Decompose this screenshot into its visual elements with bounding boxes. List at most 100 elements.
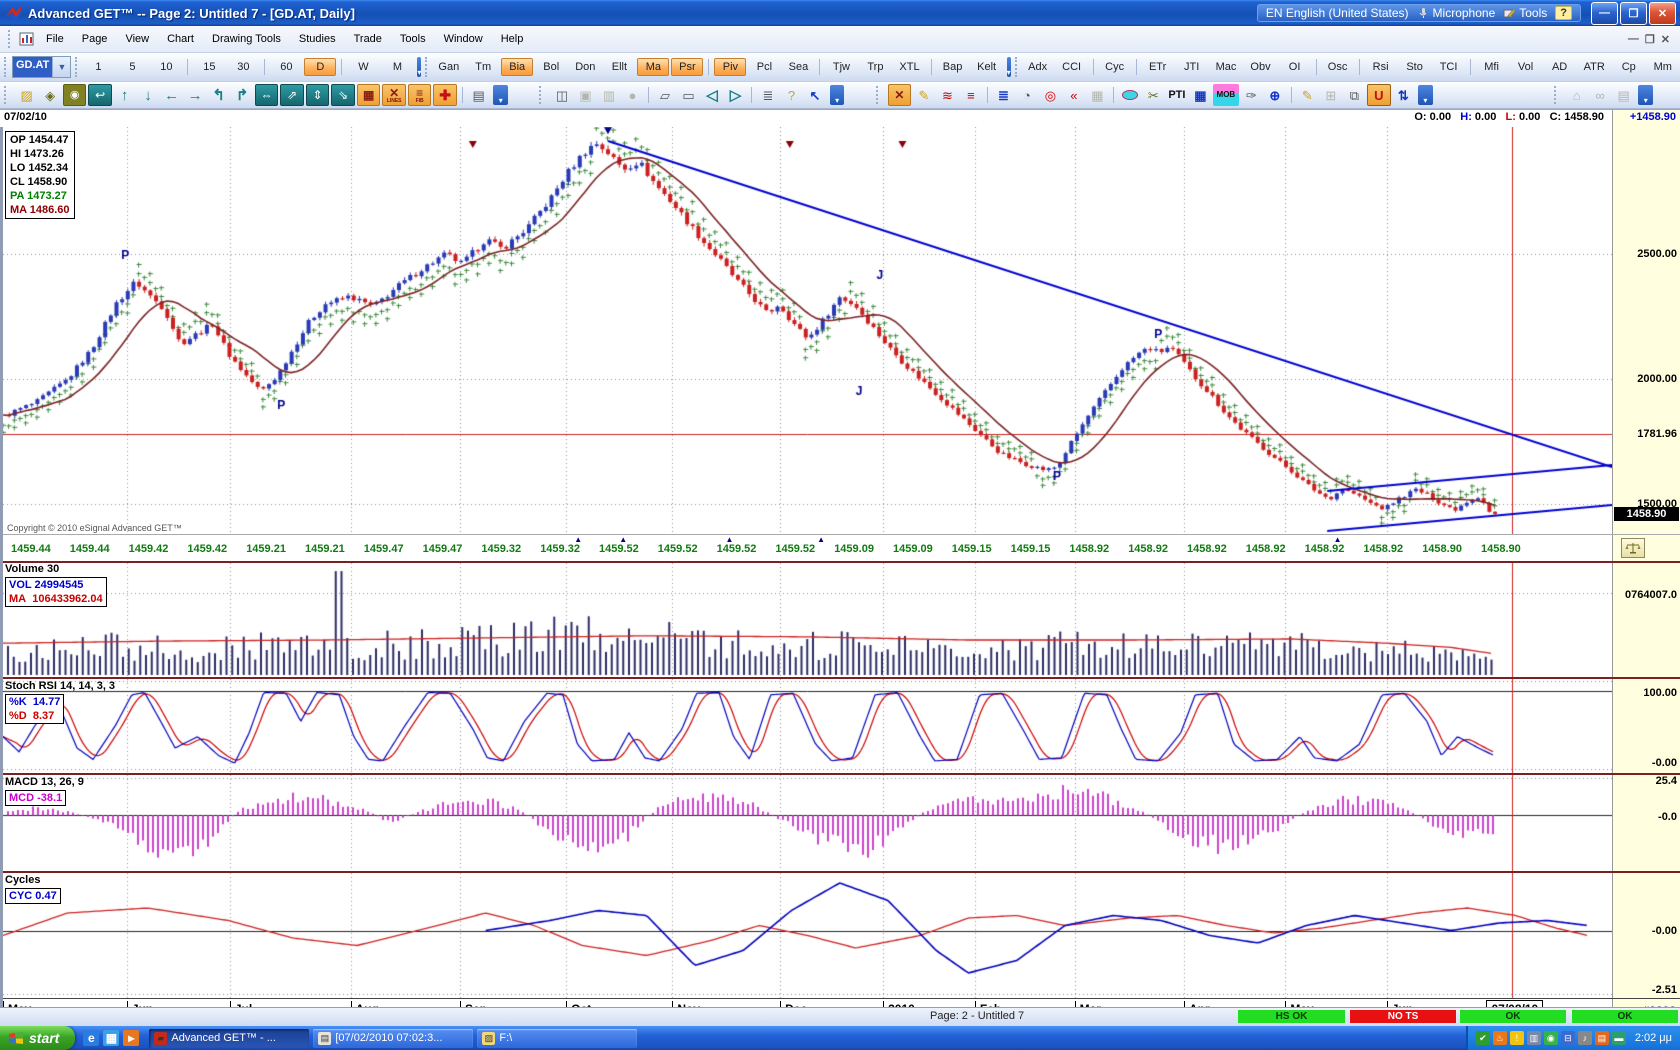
indicator-cp-button[interactable]: Cp: [1613, 58, 1645, 76]
indicator-jti-button[interactable]: JTI: [1176, 58, 1208, 76]
ie-quicklaunch-icon[interactable]: e: [83, 1030, 99, 1046]
volume-chart[interactable]: Volume 30 VOL 24994545 MA 106433962.04: [3, 563, 1612, 677]
chart-properties-icon[interactable]: ▤: [468, 85, 490, 105]
indicator-ad-button[interactable]: AD: [1544, 58, 1576, 76]
study-bia-button[interactable]: Bia: [501, 58, 533, 76]
microphone-control[interactable]: Microphone: [1417, 6, 1496, 20]
macd-chart[interactable]: MACD 13, 26, 9 MCD -38.1: [3, 775, 1612, 871]
indicator-tci-button[interactable]: TCI: [1433, 58, 1465, 76]
timeframe-60-button[interactable]: 60: [270, 58, 302, 76]
symbol-combobox[interactable]: GD.AT ▼: [12, 56, 71, 78]
context-help-icon[interactable]: ↖: [804, 85, 826, 105]
toolbar-grip[interactable]: [425, 57, 427, 77]
pages-icon[interactable]: ⧉: [1344, 85, 1366, 105]
mob-icon[interactable]: MOB: [1213, 84, 1239, 106]
tray-card-icon[interactable]: ▬: [1612, 1031, 1626, 1045]
language-tools-control[interactable]: Tools: [1503, 6, 1547, 20]
grid-tool-icon[interactable]: ▦: [1087, 85, 1109, 105]
grid-blue-icon[interactable]: ▦: [1190, 85, 1212, 105]
menu-trade[interactable]: Trade: [345, 30, 391, 48]
expand-horizontal-icon[interactable]: ⇔: [255, 84, 279, 106]
indicator-mac-button[interactable]: Mac: [1210, 58, 1243, 76]
macd-axis[interactable]: 25.4 -0.0: [1612, 775, 1680, 871]
page-back-icon[interactable]: ↰: [208, 85, 230, 105]
price-chart[interactable]: OP 1454.47HI 1473.26LO 1452.34CL 1458.90…: [3, 127, 1612, 534]
toolbar-more-icon[interactable]: ▾: [830, 85, 845, 105]
scroll-up-icon[interactable]: ↑: [114, 85, 136, 105]
toolbar-grip[interactable]: [4, 86, 11, 104]
snap-magnet-icon[interactable]: U: [1367, 84, 1391, 106]
expand-vertical-icon[interactable]: ⇕: [306, 84, 330, 106]
snapshot-icon[interactable]: ▣: [575, 85, 597, 105]
language-help-icon[interactable]: ?: [1555, 6, 1572, 20]
timeframe-10-button[interactable]: 10: [150, 58, 182, 76]
scroll-left-icon[interactable]: ←: [161, 85, 183, 105]
levels-icon[interactable]: ≡: [960, 85, 982, 105]
study-gan-button[interactable]: Gan: [432, 58, 465, 76]
study-trp-button[interactable]: Trp: [859, 58, 891, 76]
desktop-quicklaunch-icon[interactable]: ▦: [103, 1030, 119, 1046]
print-icon[interactable]: ≣: [757, 85, 779, 105]
timeframe-M-button[interactable]: M: [381, 58, 413, 76]
indicator-obv-button[interactable]: Obv: [1244, 58, 1276, 76]
pencil2-icon[interactable]: ✎: [1297, 85, 1319, 105]
indicator-vol-button[interactable]: Vol: [1510, 58, 1542, 76]
trendline-pencil-icon[interactable]: ✎: [913, 85, 935, 105]
study-bol-button[interactable]: Bol: [535, 58, 567, 76]
minimize-button[interactable]: —: [1591, 2, 1618, 25]
symbol-search-icon[interactable]: ◈: [39, 85, 61, 105]
menu-file[interactable]: File: [37, 30, 73, 48]
study-kelt-button[interactable]: Kelt: [971, 58, 1003, 76]
xtl-tool-icon[interactable]: ✕: [888, 84, 912, 106]
toolbar-grip[interactable]: [1015, 57, 1017, 77]
timeframe-W-button[interactable]: W: [347, 58, 379, 76]
taskbar-clock[interactable]: 2:02 μμ: [1635, 1032, 1672, 1044]
timeframe-5-button[interactable]: 5: [116, 58, 148, 76]
volume-axis[interactable]: 0764007.0: [1612, 563, 1680, 677]
menu-window[interactable]: Window: [435, 30, 492, 48]
zoom-icon[interactable]: ⊕: [1264, 85, 1286, 105]
toolbar-more-icon[interactable]: ▾: [493, 85, 508, 105]
toolbar-grip[interactable]: [1554, 86, 1561, 104]
scroll-down-icon[interactable]: ↓: [137, 85, 159, 105]
study-psr-button[interactable]: Psr: [671, 58, 703, 76]
save-layout-icon[interactable]: ▥: [598, 85, 620, 105]
study-xtl-button[interactable]: XTL: [893, 58, 925, 76]
menu-chart[interactable]: Chart: [158, 30, 203, 48]
scales-icon[interactable]: [1621, 538, 1645, 558]
study-pcl-button[interactable]: Pcl: [748, 58, 780, 76]
tray-display-icon[interactable]: ▥: [1527, 1031, 1541, 1045]
pti-icon[interactable]: PTI: [1166, 85, 1188, 105]
menu-page[interactable]: Page: [73, 30, 117, 48]
indicator-atr-button[interactable]: ATR: [1578, 58, 1611, 76]
stop-icon[interactable]: ◉: [63, 84, 87, 106]
delete-page-icon[interactable]: ▭: [678, 85, 700, 105]
crosshair-toggle-icon[interactable]: ✚: [433, 84, 457, 106]
indicator-etr-button[interactable]: ETr: [1142, 58, 1174, 76]
indicator-adx-button[interactable]: Adx: [1022, 58, 1054, 76]
study-tjw-button[interactable]: Tjw: [825, 58, 857, 76]
fib-fan-icon[interactable]: «: [1063, 85, 1085, 105]
toolbar-grip[interactable]: [539, 86, 546, 104]
symbol-dropdown-arrow[interactable]: ▼: [52, 57, 70, 77]
indicator-mm-button[interactable]: Mm: [1647, 58, 1679, 76]
next-page-icon[interactable]: ▷: [725, 85, 747, 105]
restore-button[interactable]: ❒: [1620, 2, 1647, 25]
tiles-icon[interactable]: ⊞: [1320, 85, 1342, 105]
taskbar-task-1[interactable]: ▤[07/02/2010 07:02:3...: [313, 1029, 473, 1048]
stoch-axis[interactable]: 100.00 -0.00: [1612, 679, 1680, 773]
player-quicklaunch-icon[interactable]: ▸: [123, 1030, 139, 1046]
mdi-restore-button[interactable]: ❒: [1645, 33, 1655, 46]
indicator-osc-button[interactable]: Osc: [1322, 58, 1354, 76]
study-bap-button[interactable]: Bap: [937, 58, 969, 76]
chart-document-icon[interactable]: [19, 32, 35, 46]
cycles-chart[interactable]: Cycles CYC 0.47: [3, 873, 1612, 998]
prev-page-icon[interactable]: ◁: [701, 85, 723, 105]
record-icon[interactable]: ●: [622, 85, 644, 105]
indicator-oi-button[interactable]: OI: [1279, 58, 1311, 76]
cut-tool-icon[interactable]: ✂: [1143, 85, 1165, 105]
toolbar-grip[interactable]: [8, 30, 15, 48]
help-icon[interactable]: ?: [781, 85, 803, 105]
study-sea-button[interactable]: Sea: [782, 58, 814, 76]
titlebar[interactable]: Advanced GET™ -- Page 2: Untitled 7 - [G…: [0, 0, 1680, 26]
